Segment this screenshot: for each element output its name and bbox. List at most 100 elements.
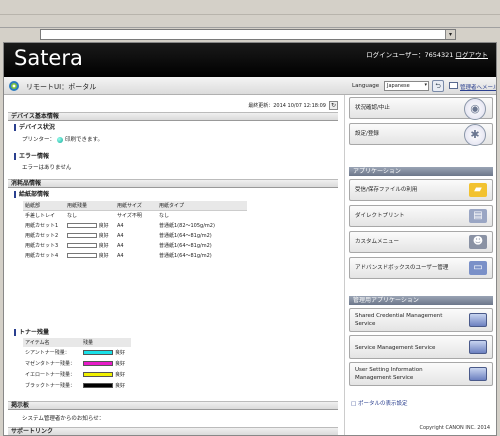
section-support: サポートリンク bbox=[8, 427, 338, 435]
paper-level: 良好 bbox=[98, 253, 109, 259]
toner-level-bar bbox=[83, 372, 113, 377]
table-row: マゼンタトナー残量： 良好 bbox=[23, 358, 131, 369]
status-cancel-button[interactable]: 状況確認/中止 ◉ bbox=[349, 97, 493, 120]
table-row: イエロートナー残量： 良好 bbox=[23, 369, 131, 380]
table-row: 用紙カセット1 良好 A4 普通紙1(82〜105g/m2) bbox=[23, 221, 247, 231]
logout-link[interactable]: ログアウト bbox=[456, 51, 489, 59]
printer-label: プリンター： bbox=[22, 137, 56, 143]
app-button[interactable]: ダイレクトプリント ▤ bbox=[349, 205, 493, 227]
device-status-title: デバイス状況 bbox=[14, 124, 55, 131]
error-info-title: エラー情報 bbox=[14, 153, 49, 160]
language-select[interactable]: Japanese ▾ bbox=[384, 81, 429, 91]
printer-icon: ▤ bbox=[469, 209, 487, 223]
toner-level-cell: 良好 bbox=[81, 358, 131, 369]
toner-name: イエロートナー残量： bbox=[25, 372, 75, 378]
settings-icon: ✱ bbox=[464, 124, 486, 146]
settings-button[interactable]: 設定/登録 ✱ bbox=[349, 123, 493, 146]
app-button[interactable]: カスタムメニュー ☻ bbox=[349, 231, 493, 253]
main-content: 最終更新：2014 10/07 12:18:09 ↻ デバイス基本情報 デバイス… bbox=[4, 95, 344, 435]
status-cancel-label: 状況確認/中止 bbox=[355, 105, 390, 111]
paper-level-bar bbox=[67, 243, 97, 248]
app-label: 受信/保存ファイルの利用 bbox=[355, 187, 418, 193]
toner-level-bar bbox=[83, 383, 113, 388]
paper-level-cell: 良好 bbox=[65, 241, 115, 251]
paper-type: なし bbox=[159, 213, 170, 220]
login-info: ログインユーザー：7654321 ログアウト bbox=[366, 49, 488, 59]
paper-source: 用紙カセット1 bbox=[25, 223, 59, 229]
toner-level: 良好 bbox=[115, 350, 126, 356]
col-item: アイテム名 bbox=[23, 338, 81, 347]
paper-source: 用紙カセット4 bbox=[25, 253, 59, 259]
mail-icon bbox=[449, 82, 458, 89]
table-header: 給紙部 用紙残量 用紙サイズ 用紙タイプ bbox=[23, 201, 247, 211]
paper-size: A4 bbox=[117, 222, 124, 229]
last-updated-text: 最終更新：2014 10/07 12:18:09 bbox=[248, 103, 326, 109]
paper-level: なし bbox=[67, 213, 78, 220]
toner-level-cell: 良好 bbox=[81, 369, 131, 380]
language-value: Japanese bbox=[387, 83, 410, 89]
mgmt-app-label-2: Management Service bbox=[355, 375, 414, 381]
paper-table: 給紙部 用紙残量 用紙サイズ 用紙タイプ 手差しトレイ なし サイズ不明 なし 用紙カセ… bbox=[23, 201, 247, 261]
table-row: 手差しトレイ なし サイズ不明 なし bbox=[23, 211, 247, 221]
monitor-icon: ▭ bbox=[469, 261, 487, 275]
title-bar: リモートUI：ポータル Language Japanese ▾ ⮌ 管理者へメー… bbox=[4, 77, 496, 95]
refresh-icon[interactable]: ↻ bbox=[329, 101, 338, 110]
paper-level-cell: 良好 bbox=[65, 221, 115, 231]
mail-admin-link[interactable]: 管理者へメール bbox=[460, 83, 496, 91]
address-bar[interactable]: ▾ bbox=[40, 29, 456, 40]
mgmt-app-button[interactable]: Shared Credential Management Service bbox=[349, 308, 493, 332]
section-board: 掲示板 bbox=[8, 401, 338, 410]
mgmt-app-button[interactable]: User Setting Information Management Servi… bbox=[349, 362, 493, 386]
table-header: アイテム名 残量 bbox=[23, 338, 131, 347]
error-text: エラーはありません bbox=[22, 165, 72, 171]
board-text: システム管理者からのお知らせ： bbox=[22, 416, 105, 422]
monitor-icon bbox=[469, 340, 487, 354]
paper-size: A4 bbox=[117, 252, 124, 259]
paper-type: 普通紙1(82〜105g/m2) bbox=[159, 223, 215, 229]
paper-level: 良好 bbox=[98, 243, 109, 249]
col-remaining: 残量 bbox=[81, 338, 131, 347]
page: Satera ログインユーザー：7654321 ログアウト リモートUI：ポータ… bbox=[3, 42, 497, 436]
monitor-icon bbox=[469, 313, 487, 327]
printer-status: プリンター： 印刷できます。 bbox=[22, 135, 103, 143]
paper-level-bar bbox=[67, 253, 97, 258]
app-button[interactable]: 受信/保存ファイルの利用 ▰ bbox=[349, 179, 493, 201]
mgmt-app-button[interactable]: Service Management Service bbox=[349, 335, 493, 359]
paper-level-bar bbox=[67, 223, 97, 228]
language-label: Language bbox=[352, 83, 380, 89]
app-label: カスタムメニュー bbox=[355, 239, 400, 245]
col-source: 給紙部 bbox=[23, 201, 65, 211]
app-button[interactable]: アドバンスドボックスのユーザー管理 ▭ bbox=[349, 257, 493, 279]
paper-level: 良好 bbox=[98, 223, 109, 229]
col-level: 用紙残量 bbox=[65, 201, 115, 211]
monitor-icon bbox=[469, 367, 487, 381]
col-type: 用紙タイプ bbox=[157, 201, 247, 211]
mgmt-apps-header: 管理用アプリケーション bbox=[349, 296, 493, 305]
paper-level-cell: 良好 bbox=[65, 231, 115, 241]
table-row: 用紙カセット3 良好 A4 普通紙1(64〜81g/m2) bbox=[23, 241, 247, 251]
toner-level: 良好 bbox=[115, 361, 126, 367]
mgmt-app-label: Shared Credential Management bbox=[355, 313, 443, 319]
paper-info-title: 給紙部情報 bbox=[14, 191, 49, 198]
paper-level-cell: 良好 bbox=[65, 251, 115, 261]
mgmt-app-label: User Setting Information bbox=[355, 367, 423, 373]
chevron-down-icon: ▾ bbox=[424, 82, 427, 88]
login-user: ログインユーザー：7654321 bbox=[366, 51, 454, 59]
paper-level-bar bbox=[67, 233, 97, 238]
section-device-info: デバイス基本情報 bbox=[8, 112, 338, 121]
paper-source: 手差しトレイ bbox=[25, 213, 56, 220]
square-bullet-icon: □ bbox=[351, 401, 358, 407]
printer-status-text: 印刷できます。 bbox=[65, 137, 103, 143]
paper-size: A4 bbox=[117, 242, 124, 249]
address-dropdown-icon[interactable]: ▾ bbox=[445, 30, 455, 39]
table-row: ブラックトナー残量： 良好 bbox=[23, 380, 131, 391]
toner-name: ブラックトナー残量： bbox=[25, 383, 76, 389]
toner-level-cell: 良好 bbox=[81, 347, 131, 358]
paper-size: サイズ不明 bbox=[117, 213, 142, 220]
language-apply-button[interactable]: ⮌ bbox=[432, 80, 444, 92]
portal-settings-link[interactable]: □ ポータルの表示設定 bbox=[351, 399, 407, 407]
paper-type: 普通紙1(64〜81g/m2) bbox=[159, 253, 212, 259]
settings-label: 設定/登録 bbox=[355, 131, 379, 137]
table-row: 用紙カセット4 良好 A4 普通紙1(64〜81g/m2) bbox=[23, 251, 247, 261]
eye-icon: ◉ bbox=[464, 98, 486, 120]
